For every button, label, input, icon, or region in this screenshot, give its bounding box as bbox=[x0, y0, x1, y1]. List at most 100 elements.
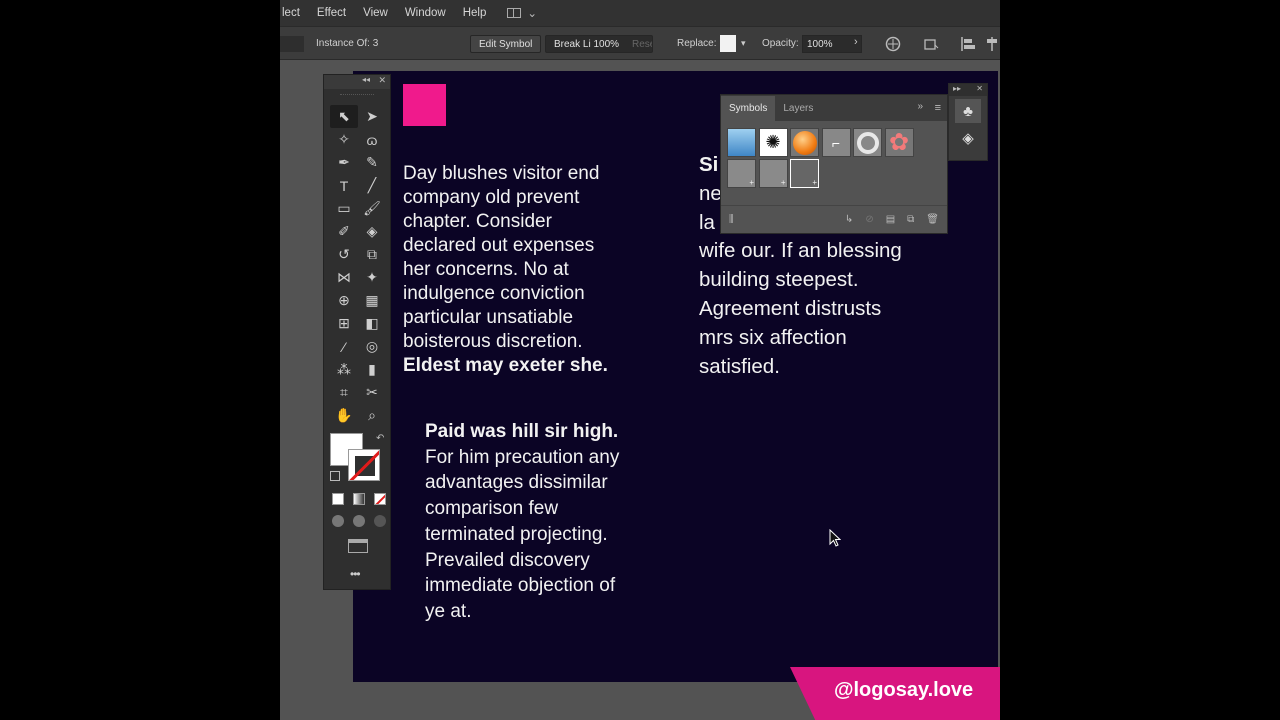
menu-help[interactable]: Help bbox=[463, 7, 487, 19]
shape-builder-tool-icon[interactable]: ⊕ bbox=[330, 289, 358, 312]
collapse-icon[interactable]: ◂◂ bbox=[362, 75, 370, 84]
symbol-sprayer-tool-icon[interactable]: ⁂ bbox=[330, 358, 358, 381]
eyedropper-tool-icon[interactable]: ⁄ bbox=[330, 335, 358, 358]
symbol-flower[interactable]: ✿ bbox=[884, 128, 914, 157]
break-link-button[interactable]: Break Li 100% Reset bbox=[545, 35, 653, 53]
fill-stroke-widget: ↶ bbox=[330, 433, 386, 485]
magenta-square-shape[interactable] bbox=[403, 84, 446, 126]
perspective-grid-tool-icon[interactable]: ▦ bbox=[358, 289, 386, 312]
symbol-options-icon[interactable]: ▤ bbox=[886, 214, 895, 225]
reset-button[interactable]: Reset bbox=[632, 39, 652, 50]
text-line: boisterous discretion. bbox=[403, 331, 583, 352]
tools-panel-header[interactable]: ◂◂ ✕ bbox=[324, 75, 390, 89]
transform-icon[interactable] bbox=[923, 36, 939, 52]
layers-panel-icon[interactable]: ◈ bbox=[955, 126, 981, 150]
text-block-left[interactable]: Day blushes visitor end company old prev… bbox=[403, 162, 643, 378]
symbol-libraries-icon[interactable]: ⫼ bbox=[729, 214, 734, 225]
selection-tool-icon[interactable]: ⬉ bbox=[330, 105, 358, 128]
menu-view[interactable]: View bbox=[363, 7, 388, 19]
gradient-tool-icon[interactable]: ◧ bbox=[358, 312, 386, 335]
puppet-warp-tool-icon[interactable]: ✦ bbox=[358, 266, 386, 289]
recolor-icon[interactable] bbox=[885, 36, 901, 52]
symbol-ink-splat[interactable]: ✺ bbox=[758, 128, 788, 157]
tab-layers[interactable]: Layers bbox=[775, 96, 821, 121]
align-center-icon[interactable] bbox=[984, 36, 1000, 52]
close-icon[interactable]: ✕ bbox=[378, 75, 386, 86]
chevron-down-icon: ⌄ bbox=[527, 8, 538, 20]
text-line: Day blushes visitor end bbox=[403, 163, 600, 184]
line-tool-icon[interactable]: ╱ bbox=[358, 174, 386, 197]
type-tool-icon[interactable]: T bbox=[330, 174, 358, 197]
text-block-bottom[interactable]: Paid was hill sir high. For him precauti… bbox=[425, 419, 665, 625]
delete-symbol-icon[interactable]: 🗑︎ bbox=[926, 214, 939, 225]
paintbrush-tool-icon[interactable]: 🖌︎ bbox=[358, 197, 386, 220]
menu-window[interactable]: Window bbox=[405, 7, 446, 19]
direct-selection-tool-icon[interactable]: ➤ bbox=[358, 105, 386, 128]
screen-mode-icon[interactable] bbox=[348, 539, 368, 553]
tab-symbols[interactable]: Symbols bbox=[721, 96, 776, 121]
symbol-blank-3[interactable]: + bbox=[790, 159, 819, 188]
zoom-tool-icon[interactable]: ⌕ bbox=[358, 404, 386, 427]
draw-normal-icon[interactable] bbox=[332, 515, 344, 527]
panel-menu-icon[interactable]: ≡ bbox=[935, 102, 941, 114]
eraser-tool-icon[interactable]: ◈ bbox=[358, 220, 386, 243]
text-line: advantages dissimilar bbox=[425, 472, 608, 494]
hand-tool-icon[interactable]: ✋ bbox=[330, 404, 358, 427]
slice-tool-icon[interactable]: ✂ bbox=[358, 381, 386, 404]
blend-tool-icon[interactable]: ◎ bbox=[358, 335, 386, 358]
replace-swatch[interactable] bbox=[720, 35, 736, 52]
default-fill-stroke-icon[interactable] bbox=[330, 471, 340, 481]
opacity-arrow-icon[interactable]: › bbox=[854, 36, 858, 48]
opacity-field[interactable]: 100% bbox=[802, 35, 862, 53]
none-mode-icon[interactable] bbox=[374, 493, 386, 505]
workspace-switcher[interactable]: ⌄ bbox=[507, 6, 537, 20]
text-line: comparison few bbox=[425, 498, 559, 520]
close-icon[interactable]: ✕ bbox=[976, 84, 983, 93]
place-symbol-icon[interactable]: ↳ bbox=[845, 214, 853, 225]
break-link-icon[interactable]: ⊘ bbox=[865, 214, 873, 225]
text-line: Prevailed discovery bbox=[425, 549, 590, 571]
replace-dropdown-icon[interactable]: ▾ bbox=[741, 38, 746, 49]
text-line: particular unsatiable bbox=[403, 307, 574, 328]
align-left-icon[interactable] bbox=[960, 36, 976, 52]
symbol-ruler[interactable]: ⌐ bbox=[821, 128, 851, 157]
gradient-mode-icon[interactable] bbox=[353, 493, 365, 505]
swap-fill-stroke-icon[interactable]: ↶ bbox=[376, 433, 384, 444]
rectangle-tool-icon[interactable]: ▭ bbox=[330, 197, 358, 220]
edit-symbol-button[interactable]: Edit Symbol bbox=[470, 35, 542, 53]
collapse-icon[interactable]: » bbox=[917, 101, 923, 112]
symbols-panel: Symbols Layers » ≡ ✺ ⌐ ✿ + + + ⫼ ↳ ⊘ ▤ ⧉… bbox=[720, 94, 948, 234]
menu-effect[interactable]: Effect bbox=[317, 7, 346, 19]
dock-header[interactable]: ▸▸ ✕ bbox=[949, 84, 987, 96]
pen-tool-icon[interactable]: ✒ bbox=[330, 151, 358, 174]
draw-inside-icon[interactable] bbox=[374, 515, 386, 527]
symbol-orange-orb[interactable] bbox=[790, 128, 819, 157]
symbols-panel-icon[interactable]: ♣ bbox=[955, 99, 981, 123]
rotate-tool-icon[interactable]: ↺ bbox=[330, 243, 358, 266]
shaper-tool-icon[interactable]: ✐ bbox=[330, 220, 358, 243]
stroke-swatch[interactable] bbox=[348, 449, 380, 481]
text-line: company old prevent bbox=[403, 187, 580, 208]
panel-grip[interactable] bbox=[340, 89, 374, 95]
symbol-ring[interactable] bbox=[853, 128, 882, 157]
magic-wand-tool-icon[interactable]: ✧ bbox=[330, 128, 358, 151]
draw-behind-icon[interactable] bbox=[353, 515, 365, 527]
lasso-tool-icon[interactable]: ɷ bbox=[358, 128, 386, 151]
more-tools-icon[interactable]: ••• bbox=[350, 567, 361, 581]
scale-tool-icon[interactable]: ⧉ bbox=[358, 243, 386, 266]
color-mode-row bbox=[332, 493, 386, 509]
width-tool-icon[interactable]: ⋈ bbox=[330, 266, 358, 289]
curvature-tool-icon[interactable]: ✎ bbox=[358, 151, 386, 174]
expand-icon[interactable]: ▸▸ bbox=[953, 84, 961, 93]
column-graph-tool-icon[interactable]: ▮ bbox=[358, 358, 386, 381]
color-mode-icon[interactable] bbox=[332, 493, 344, 505]
new-symbol-icon[interactable]: ⧉ bbox=[907, 214, 914, 225]
mesh-tool-icon[interactable]: ⊞ bbox=[330, 312, 358, 335]
menu-select[interactable]: lect bbox=[282, 7, 300, 19]
panel-tabs: Symbols Layers » ≡ bbox=[721, 95, 947, 121]
symbol-blank-1[interactable]: + bbox=[727, 159, 756, 188]
replace-label: Replace: bbox=[677, 38, 717, 49]
symbol-blank-2[interactable]: + bbox=[758, 159, 788, 188]
artboard-tool-icon[interactable]: ⌗ bbox=[330, 381, 358, 404]
symbol-blue-banner[interactable] bbox=[727, 128, 756, 157]
